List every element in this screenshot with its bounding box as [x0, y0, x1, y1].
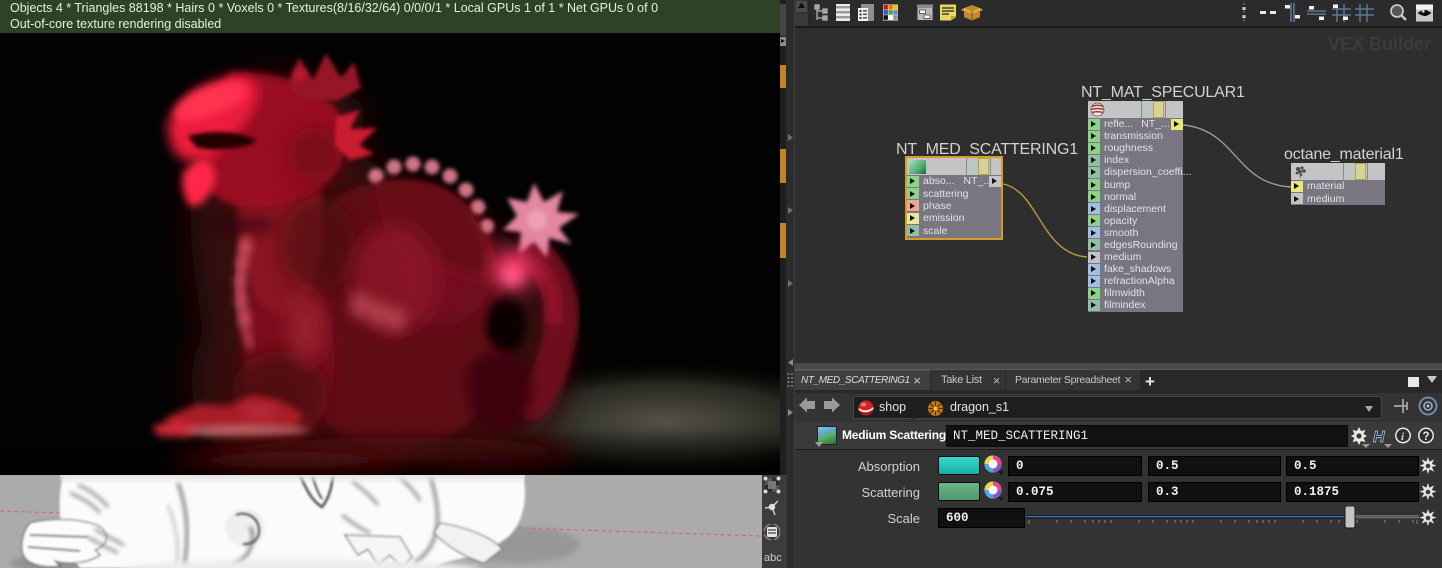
svg-text:abc: abc: [764, 552, 782, 564]
svg-text:?: ?: [1423, 431, 1430, 443]
svg-text:H: H: [1373, 429, 1385, 446]
